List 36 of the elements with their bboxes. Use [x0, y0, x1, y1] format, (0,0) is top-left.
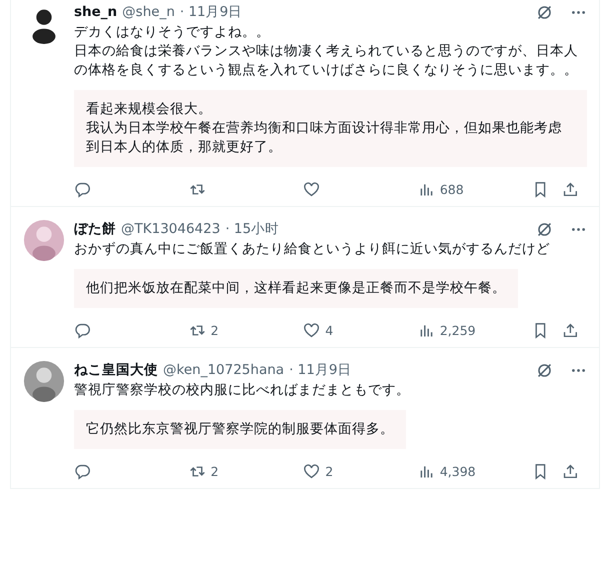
user-name[interactable]: ねこ皇国大使: [74, 361, 158, 379]
translation-text: 它仍然比东京警视厅警察学院的制服要体面得多。: [86, 420, 394, 439]
user-handle[interactable]: @ken_10725hana: [163, 362, 284, 378]
user-handle[interactable]: @TK13046423: [121, 221, 220, 237]
repost-count: 2: [210, 464, 219, 479]
view-count: 4,398: [440, 464, 476, 479]
post-time[interactable]: · 11月9日: [180, 3, 242, 21]
view-count: 2,259: [440, 323, 476, 338]
translation-text: 我认为日本学校午餐在营养均衡和口味方面设计得非常用心，但如果也能考虑到日本人的体质，那就更好了。: [86, 119, 563, 157]
view-count: 688: [440, 182, 464, 197]
share-icon[interactable]: [562, 463, 580, 480]
grok-icon[interactable]: [536, 220, 553, 238]
grok-icon[interactable]: [536, 4, 553, 20]
translation-text: 看起来规模会很大。: [86, 100, 213, 119]
user-handle[interactable]: @she_n: [122, 4, 175, 20]
like-count: 2: [325, 464, 334, 479]
reply-icon[interactable]: [74, 463, 91, 480]
post-text: 警視庁警察学校の校内服に比べればまだまともです。: [74, 381, 411, 400]
heart-icon[interactable]: [303, 322, 320, 339]
post-time[interactable]: · 11月9日: [289, 361, 352, 379]
post-time[interactable]: · 15小时: [225, 220, 280, 238]
user-name[interactable]: ぼた餅: [74, 220, 116, 238]
heart-icon[interactable]: [303, 181, 320, 198]
repost-count: 2: [210, 323, 219, 338]
share-icon[interactable]: [562, 181, 580, 198]
heart-icon[interactable]: [303, 463, 320, 480]
translation-text: 他们把米饭放在配菜中间，这样看起来更像是正餐而不是学校午餐。: [86, 279, 506, 298]
share-icon[interactable]: [562, 322, 580, 339]
reply-icon[interactable]: [74, 181, 91, 198]
reply-icon[interactable]: [74, 322, 91, 339]
post-text: 日本の給食は栄養バランスや味は物凄く考えられていると思うのですが、日本人の体格を良くするという観点を入れていけばさらに良くなりそうに思います。。: [74, 42, 579, 80]
like-count: 4: [325, 323, 334, 338]
grok-icon[interactable]: [536, 362, 553, 378]
user-name[interactable]: she_n: [74, 4, 118, 20]
post-text: おかずの真ん中にご飯置くあたり給食というより餌に近い気がするんだけど: [74, 240, 551, 259]
post-text: デカくはなりそうですよね。。: [74, 23, 271, 42]
